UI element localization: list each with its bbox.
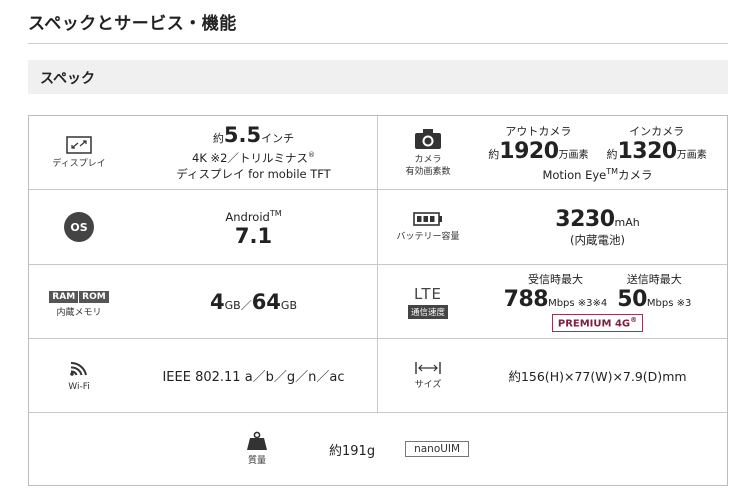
rom-value: 64 (251, 289, 281, 314)
display-line2: 4K ※2／トリルミナス (192, 150, 308, 165)
spec-cell-display: ディスプレイ 約5.5インチ 4K ※2／トリルミナス® ディスプレイ for … (29, 116, 378, 189)
ram-value: 4 (209, 289, 225, 314)
weight-icon-group: 質量 (227, 413, 287, 485)
spec-cell-size: サイズ 約156(H)×77(W)×7.9(D)mm (378, 339, 727, 412)
lte-icon-group: LTE 通信速度 (378, 265, 478, 338)
lte-value: 受信時最大 788Mbps ※3※4 送信時最大 50Mbps ※3 PREMI… (503, 273, 692, 332)
wifi-icon-group: Wi-Fi (29, 339, 129, 412)
display-icon (66, 135, 92, 154)
display-icon-group: ディスプレイ (29, 116, 129, 189)
camera-icon-group: カメラ 有効画素数 (378, 116, 478, 189)
lte-up-label: 送信時最大 (626, 273, 682, 287)
spec-cell-os: OS AndroidTM 7.1 (29, 190, 378, 264)
size-icon-group: サイズ (378, 339, 478, 412)
wifi-standard: IEEE 802.11 a／b／g／n／ac (162, 370, 345, 385)
memory-icon-group: RAM ROM 内蔵メモリ (29, 265, 129, 338)
spec-cell-memory: RAM ROM 内蔵メモリ 4GB／64GB (29, 265, 378, 338)
lte-up-value: 50 (617, 287, 647, 313)
os-icon-group: OS (29, 190, 129, 264)
spec-row-memory-lte: RAM ROM 内蔵メモリ 4GB／64GB LTE 通信速度 受信時最大 788… (29, 265, 727, 339)
weight-icon (247, 431, 267, 450)
battery-value: 3230mAh (内蔵電池) (555, 206, 640, 247)
battery-note: (内蔵電池) (570, 232, 625, 247)
size-value: 約156(H)×77(W)×7.9(D)mm (468, 339, 727, 412)
battery-icon-group: バッテリー容量 (378, 190, 478, 264)
weight-value: 約191g nanoUIM (329, 413, 470, 485)
camera-icon (415, 128, 441, 149)
os-value: AndroidTM 7.1 (225, 208, 282, 249)
spec-cell-battery: バッテリー容量 3230mAh (内蔵電池) (378, 190, 727, 264)
spec-row-os-battery: OS AndroidTM 7.1 バッテリー容量 3230mAh (内蔵電池) (29, 190, 727, 265)
display-prefix: 約 (212, 132, 224, 146)
wifi-value: IEEE 802.11 a／b／g／n／ac (129, 339, 378, 412)
battery-capacity: 3230 (555, 206, 615, 232)
section-header: スペック (28, 60, 728, 94)
spec-table: ディスプレイ 約5.5インチ 4K ※2／トリルミナス® ディスプレイ for … (28, 115, 728, 486)
spec-cell-camera: カメラ 有効画素数 アウトカメラ 約1920万画素 インカメラ 約1320万画素 … (378, 116, 727, 189)
lte-down-value: 788 (503, 287, 549, 313)
display-unit: インチ (261, 132, 295, 146)
battery-icon (413, 212, 442, 226)
display-value: 約5.5インチ 4K ※2／トリルミナス® ディスプレイ for mobile … (129, 116, 378, 189)
weight-label: 質量 (247, 456, 266, 466)
lte-icon: LTE (414, 284, 442, 303)
os-icon: OS (64, 212, 94, 242)
in-camera-value: 1320 (617, 138, 678, 164)
size-label: サイズ (414, 379, 442, 390)
display-size: 5.5 (223, 123, 262, 148)
wifi-label: Wi-Fi (68, 381, 90, 392)
memory-icon: RAM ROM (49, 284, 109, 303)
lte-down-label: 受信時最大 (527, 273, 583, 287)
size-icon (415, 361, 441, 374)
title-divider (28, 43, 728, 44)
spec-row-weight: 質量 約191g nanoUIM (29, 413, 727, 485)
camera-label: カメラ 有効画素数 (405, 154, 451, 177)
weight-amount: 約191g (329, 443, 376, 459)
sim-type-badge: nanoUIM (405, 441, 470, 457)
premium-4g-badge: PREMIUM 4G® (551, 314, 644, 332)
display-line3: ディスプレイ for mobile TFT (176, 166, 331, 181)
display-label: ディスプレイ (52, 158, 106, 169)
os-name: Android (225, 209, 270, 224)
out-camera-value: 1920 (499, 138, 559, 164)
camera-value: アウトカメラ 約1920万画素 インカメラ 約1320万画素 Motion Ey… (488, 124, 707, 182)
spec-cell-lte: LTE 通信速度 受信時最大 788Mbps ※3※4 送信時最大 50Mbps… (378, 265, 727, 338)
in-camera-label: インカメラ (629, 124, 685, 138)
display-reg-mark: ® (307, 151, 315, 160)
memory-label: 内蔵メモリ (56, 308, 102, 318)
lte-badge: 通信速度 (407, 304, 448, 319)
memory-value: 4GB／64GB (209, 289, 297, 314)
out-camera-label: アウトカメラ (505, 124, 572, 138)
spec-cell-weight: 質量 約191g nanoUIM (29, 413, 727, 485)
page-title: スペックとサービス・機能 (28, 14, 237, 34)
spec-row-display-camera: ディスプレイ 約5.5インチ 4K ※2／トリルミナス® ディスプレイ for … (29, 116, 727, 190)
section-title: スペック (40, 71, 96, 87)
camera-extra: Motion EyeTMカメラ (542, 166, 653, 182)
spec-cell-wifi: Wi-Fi IEEE 802.11 a／b／g／n／ac (29, 339, 378, 412)
spec-row-wifi-size: Wi-Fi IEEE 802.11 a／b／g／n／ac サイズ 約156(H)… (29, 339, 727, 413)
size-dimensions: 約156(H)×77(W)×7.9(D)mm (508, 369, 687, 384)
battery-label: バッテリー容量 (396, 232, 460, 242)
os-version: 7.1 (234, 224, 273, 249)
wifi-icon (70, 361, 87, 376)
